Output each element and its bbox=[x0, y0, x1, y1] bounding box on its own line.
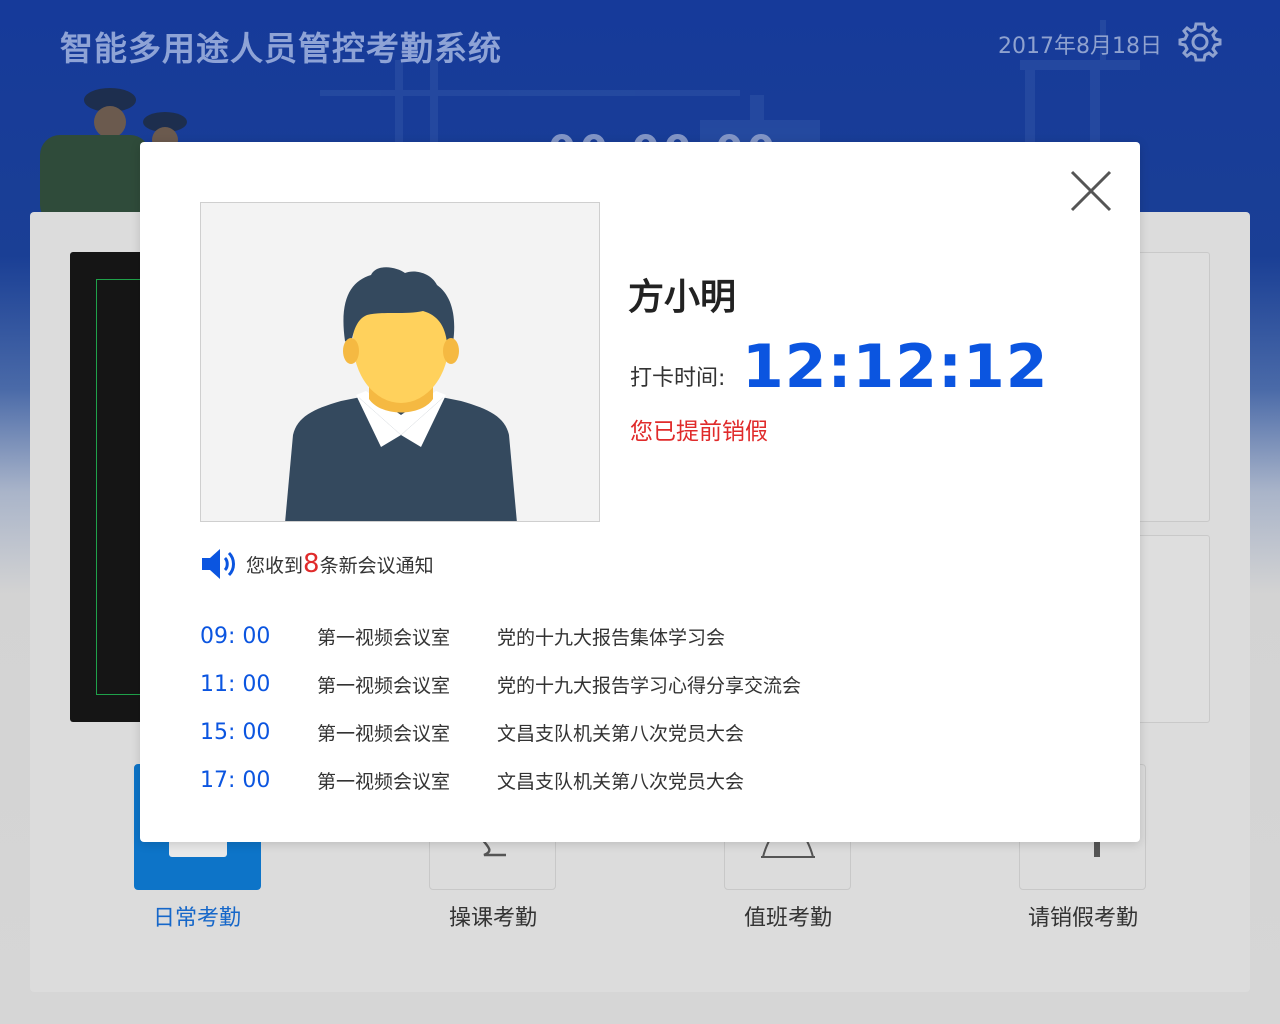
speaker-icon bbox=[202, 549, 235, 579]
meeting-time: 11: 00 bbox=[200, 671, 271, 697]
meeting-list: 09: 00 第一视频会议室 党的十九大报告集体学习会 11: 00 第一视频会… bbox=[200, 612, 1060, 804]
user-photo bbox=[200, 202, 600, 522]
app-title: 智能多用途人员管控考勤系统 bbox=[60, 29, 502, 68]
header-date: 2017年8月18日 bbox=[998, 34, 1162, 59]
notice-count: 8 bbox=[303, 549, 320, 579]
meeting-row: 11: 00 第一视频会议室 党的十九大报告学习心得分享交流会 bbox=[200, 660, 1060, 708]
employee-name: 方小明 bbox=[628, 277, 737, 318]
meeting-time: 17: 00 bbox=[200, 767, 271, 793]
tile-label-daily[interactable]: 日常考勤 bbox=[97, 900, 297, 932]
tile-label-duty[interactable]: 值班考勤 bbox=[688, 900, 888, 932]
avatar-placeholder-icon bbox=[285, 267, 517, 521]
meeting-notice[interactable]: 您收到 8 条新会议通知 bbox=[200, 546, 434, 582]
tile-label-leave[interactable]: 请销假考勤 bbox=[983, 900, 1183, 932]
close-icon[interactable] bbox=[1070, 170, 1112, 212]
meeting-room: 第一视频会议室 bbox=[317, 674, 451, 697]
punch-time-value: 12:12:12 bbox=[742, 332, 1049, 402]
meeting-row: 17: 00 第一视频会议室 文昌支队机关第八次党员大会 bbox=[200, 756, 1060, 804]
side-card-bottom bbox=[1130, 535, 1210, 723]
meeting-topic: 党的十九大报告学习心得分享交流会 bbox=[497, 674, 802, 697]
meeting-room: 第一视频会议室 bbox=[317, 722, 451, 745]
meeting-topic: 文昌支队机关第八次党员大会 bbox=[497, 770, 745, 793]
meeting-topic: 党的十九大报告集体学习会 bbox=[497, 626, 726, 649]
gear-icon[interactable] bbox=[1178, 20, 1222, 64]
meeting-time: 09: 00 bbox=[200, 623, 271, 649]
notice-prefix: 您收到 bbox=[246, 554, 304, 577]
punch-time-label: 打卡时间: bbox=[630, 366, 726, 391]
meeting-topic: 文昌支队机关第八次党员大会 bbox=[497, 722, 745, 745]
meeting-room: 第一视频会议室 bbox=[317, 770, 451, 793]
attendance-result-dialog: 方小明 打卡时间: 12:12:12 您已提前销假 您收到 8 条新会议通知 0… bbox=[140, 142, 1140, 842]
tile-label-drill[interactable]: 操课考勤 bbox=[393, 900, 593, 932]
side-card-top bbox=[1130, 252, 1210, 522]
notice-suffix: 条新会议通知 bbox=[319, 554, 434, 577]
status-message: 您已提前销假 bbox=[630, 419, 768, 445]
meeting-row: 09: 00 第一视频会议室 党的十九大报告集体学习会 bbox=[200, 612, 1060, 660]
meeting-time: 15: 00 bbox=[200, 719, 271, 745]
meeting-row: 15: 00 第一视频会议室 文昌支队机关第八次党员大会 bbox=[200, 708, 1060, 756]
meeting-room: 第一视频会议室 bbox=[317, 626, 451, 649]
